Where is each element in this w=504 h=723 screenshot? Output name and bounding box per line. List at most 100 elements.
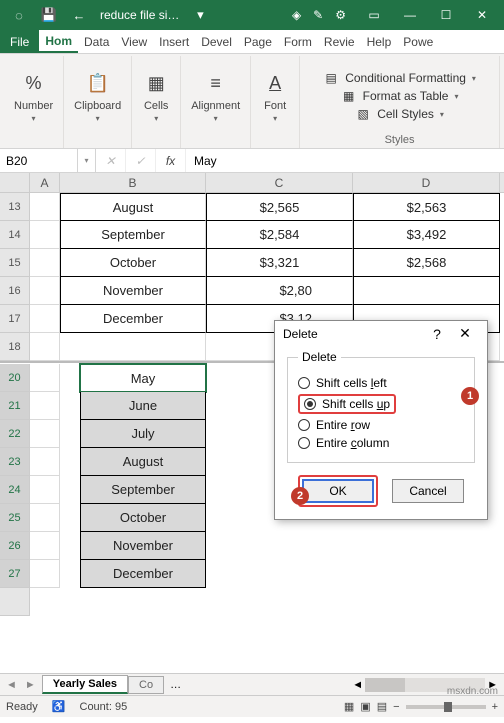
cell[interactable]: $2,584 xyxy=(206,221,353,249)
font-button[interactable]: AFont▾ xyxy=(261,70,289,123)
cell[interactable] xyxy=(30,504,60,532)
cell[interactable]: July xyxy=(80,420,206,448)
cell[interactable]: November xyxy=(80,532,206,560)
row-head[interactable]: 15 xyxy=(0,249,30,277)
cell[interactable] xyxy=(30,364,60,392)
cell[interactable]: $2,80 xyxy=(206,277,353,305)
cell[interactable] xyxy=(30,277,60,305)
col-B[interactable]: B xyxy=(60,173,206,192)
name-box-dropdown[interactable]: ▾ xyxy=(78,149,96,172)
sheet-tab-active[interactable]: Yearly Sales xyxy=(42,675,128,694)
row-head[interactable]: 18 xyxy=(0,333,30,361)
zoom-out-icon[interactable]: − xyxy=(393,701,399,713)
opt-shift-up[interactable]: Shift cells up xyxy=(298,394,464,414)
tab-insert[interactable]: Insert xyxy=(153,30,195,53)
back-icon[interactable]: ← xyxy=(64,0,94,30)
format-as-table[interactable]: ▦Format as Table ▾ xyxy=(341,88,459,104)
row-head[interactable]: 23 xyxy=(0,448,30,476)
cancel-formula-icon[interactable]: ✕ xyxy=(96,149,126,172)
cell[interactable]: October xyxy=(60,249,206,277)
scroll-thumb[interactable] xyxy=(365,678,405,692)
row-head[interactable]: 20 xyxy=(0,364,30,392)
fx-icon[interactable]: fx xyxy=(156,149,186,172)
active-cell[interactable]: May xyxy=(80,364,206,392)
scroll-left-icon[interactable]: ◄ xyxy=(352,679,363,691)
cell[interactable] xyxy=(30,221,60,249)
row-head[interactable]: 22 xyxy=(0,420,30,448)
cell-styles[interactable]: ▧Cell Styles ▾ xyxy=(355,106,444,122)
cell[interactable]: $2,568 xyxy=(353,249,500,277)
cell[interactable]: November xyxy=(60,277,206,305)
zoom-slider[interactable] xyxy=(406,705,486,709)
tab-help[interactable]: Help xyxy=(361,30,398,53)
tab-home[interactable]: Hom xyxy=(39,30,78,53)
number-button[interactable]: %Number▾ xyxy=(14,70,53,123)
clipboard-button[interactable]: 📋Clipboard▾ xyxy=(74,70,121,123)
cells-button[interactable]: ▦Cells▾ xyxy=(142,70,170,123)
dialog-help-icon[interactable]: ? xyxy=(423,326,451,342)
tab-view[interactable]: View xyxy=(115,30,153,53)
formula-input[interactable]: May xyxy=(186,149,504,172)
sheet-next-icon[interactable]: ► xyxy=(25,679,36,691)
row-head[interactable]: 24 xyxy=(0,476,30,504)
cell[interactable] xyxy=(30,476,60,504)
tab-review[interactable]: Revie xyxy=(318,30,361,53)
col-A[interactable]: A xyxy=(30,173,60,192)
cell[interactable]: $3,321 xyxy=(206,249,353,277)
pen-icon[interactable]: ✎ xyxy=(313,8,323,22)
diamond-icon[interactable]: ◈ xyxy=(292,8,301,22)
view-page-icon[interactable]: ▣ xyxy=(360,700,370,713)
maximize-icon[interactable]: ☐ xyxy=(428,0,464,30)
ribbon-display-icon[interactable]: ▭ xyxy=(356,0,392,30)
cancel-button[interactable]: Cancel xyxy=(392,479,464,503)
zoom-in-icon[interactable]: + xyxy=(492,701,498,713)
cell[interactable]: August xyxy=(80,448,206,476)
tab-power[interactable]: Powe xyxy=(397,30,439,53)
tab-file[interactable]: File xyxy=(0,30,39,53)
cell[interactable] xyxy=(30,305,60,333)
cell[interactable]: December xyxy=(60,305,206,333)
cell[interactable]: October xyxy=(80,504,206,532)
tab-data[interactable]: Data xyxy=(78,30,115,53)
row-head[interactable]: 13 xyxy=(0,193,30,221)
conditional-formatting[interactable]: ▤Conditional Formatting ▾ xyxy=(323,70,476,86)
sheet-prev-icon[interactable]: ◄ xyxy=(6,679,17,691)
zoom-knob[interactable] xyxy=(444,702,452,712)
cell[interactable] xyxy=(30,560,60,588)
tools-icon[interactable]: ⚙ xyxy=(335,8,346,22)
cell[interactable] xyxy=(353,277,500,305)
cell[interactable] xyxy=(30,333,60,361)
col-C[interactable]: C xyxy=(206,173,353,192)
row-head[interactable]: 21 xyxy=(0,392,30,420)
tab-page[interactable]: Page xyxy=(238,30,278,53)
cell[interactable]: $2,563 xyxy=(353,193,500,221)
cell[interactable] xyxy=(60,333,206,361)
cell[interactable]: $2,565 xyxy=(206,193,353,221)
name-box[interactable]: B20 xyxy=(0,149,78,172)
close-icon[interactable]: ✕ xyxy=(464,0,500,30)
cell[interactable] xyxy=(30,193,60,221)
col-D[interactable]: D xyxy=(353,173,500,192)
opt-entire-row[interactable]: Entire row xyxy=(298,418,464,432)
tab-formulas[interactable]: Form xyxy=(278,30,318,53)
sheet-tab-other[interactable]: Co xyxy=(128,676,164,694)
row-head[interactable]: 14 xyxy=(0,221,30,249)
row-head[interactable]: 26 xyxy=(0,532,30,560)
cell[interactable]: September xyxy=(60,221,206,249)
ok-button[interactable]: OK xyxy=(302,479,374,503)
row-head[interactable]: 17 xyxy=(0,305,30,333)
view-normal-icon[interactable]: ▦ xyxy=(344,700,354,713)
row-head[interactable] xyxy=(0,588,30,616)
row-head[interactable]: 16 xyxy=(0,277,30,305)
cell[interactable]: December xyxy=(80,560,206,588)
minimize-icon[interactable]: — xyxy=(392,0,428,30)
opt-shift-left[interactable]: Shift cells left xyxy=(298,376,464,390)
cell[interactable]: August xyxy=(60,193,206,221)
enter-formula-icon[interactable]: ✓ xyxy=(126,149,156,172)
accessibility-icon[interactable]: ♿ xyxy=(52,700,66,713)
view-break-icon[interactable]: ▤ xyxy=(377,700,387,713)
cell[interactable]: June xyxy=(80,392,206,420)
tab-developer[interactable]: Devel xyxy=(195,30,238,53)
cell[interactable] xyxy=(30,448,60,476)
save-icon[interactable]: 💾 xyxy=(34,0,64,30)
